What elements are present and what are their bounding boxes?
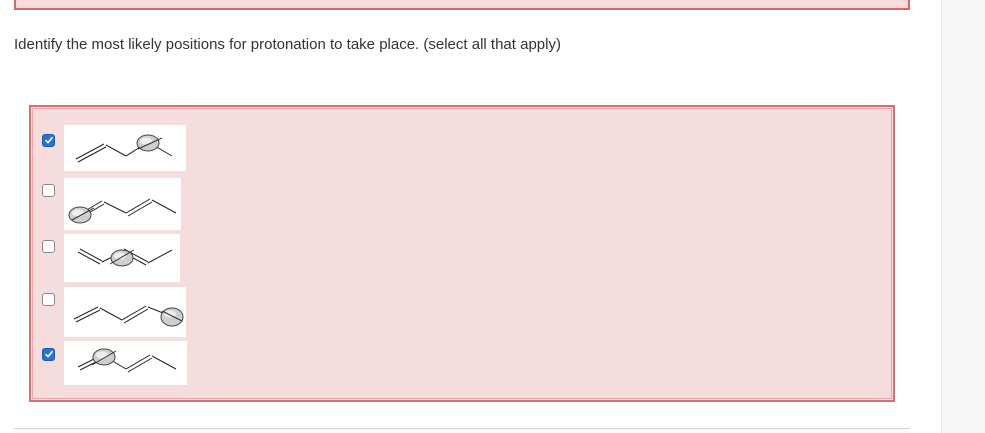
molecule-3-image bbox=[64, 234, 180, 282]
option-3-checkbox[interactable] bbox=[42, 240, 55, 253]
option-5-checkbox[interactable] bbox=[42, 348, 55, 361]
option-2-checkbox[interactable] bbox=[42, 184, 55, 197]
previous-answer-box bbox=[14, 0, 910, 10]
molecule-2-image bbox=[64, 178, 181, 230]
option-4-checkbox[interactable] bbox=[42, 293, 55, 306]
answer-box bbox=[29, 105, 895, 402]
molecule-4-image bbox=[64, 287, 186, 337]
question-text: Identify the most likely positions for p… bbox=[14, 36, 561, 53]
molecule-1-image bbox=[64, 125, 186, 171]
right-sidebar bbox=[941, 0, 985, 433]
checkmark-icon bbox=[44, 136, 54, 144]
bottom-divider bbox=[14, 428, 910, 433]
option-1-checkbox[interactable] bbox=[42, 134, 55, 147]
molecule-5-image bbox=[64, 341, 187, 385]
page: Identify the most likely positions for p… bbox=[0, 0, 985, 433]
checkmark-icon bbox=[44, 350, 54, 358]
